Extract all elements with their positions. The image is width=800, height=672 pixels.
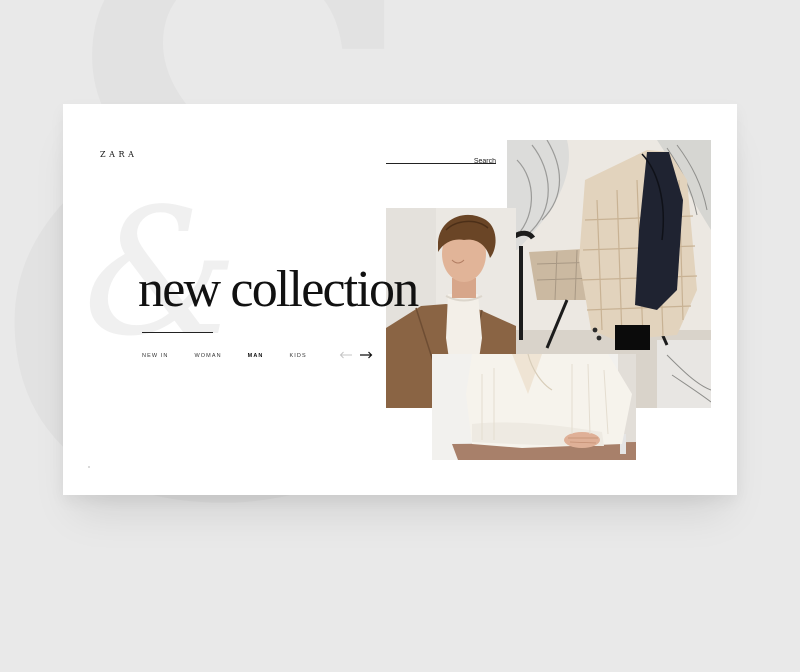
arrow-left-icon[interactable]: [339, 351, 353, 359]
search-box: [386, 150, 496, 167]
carousel-controls: [339, 351, 373, 359]
sweater-detail-photo: [432, 354, 636, 460]
decorative-dot: [88, 466, 90, 468]
page-title: new collection: [138, 261, 419, 318]
nav-item-man[interactable]: MAN: [248, 353, 264, 359]
title-underline: [142, 332, 213, 334]
hero-card: & ZARA Search new collection NEW IN WOMA…: [63, 104, 737, 495]
category-nav: NEW IN WOMAN MAN KIDS: [142, 353, 333, 359]
accent-block: [615, 325, 650, 350]
search-input[interactable]: [386, 158, 496, 167]
nav-item-kids[interactable]: KIDS: [290, 353, 307, 359]
nav-item-new-in[interactable]: NEW IN: [142, 353, 168, 359]
arrow-right-icon[interactable]: [359, 351, 373, 359]
nav-item-woman[interactable]: WOMAN: [194, 353, 221, 359]
brand-logo[interactable]: ZARA: [100, 150, 138, 159]
